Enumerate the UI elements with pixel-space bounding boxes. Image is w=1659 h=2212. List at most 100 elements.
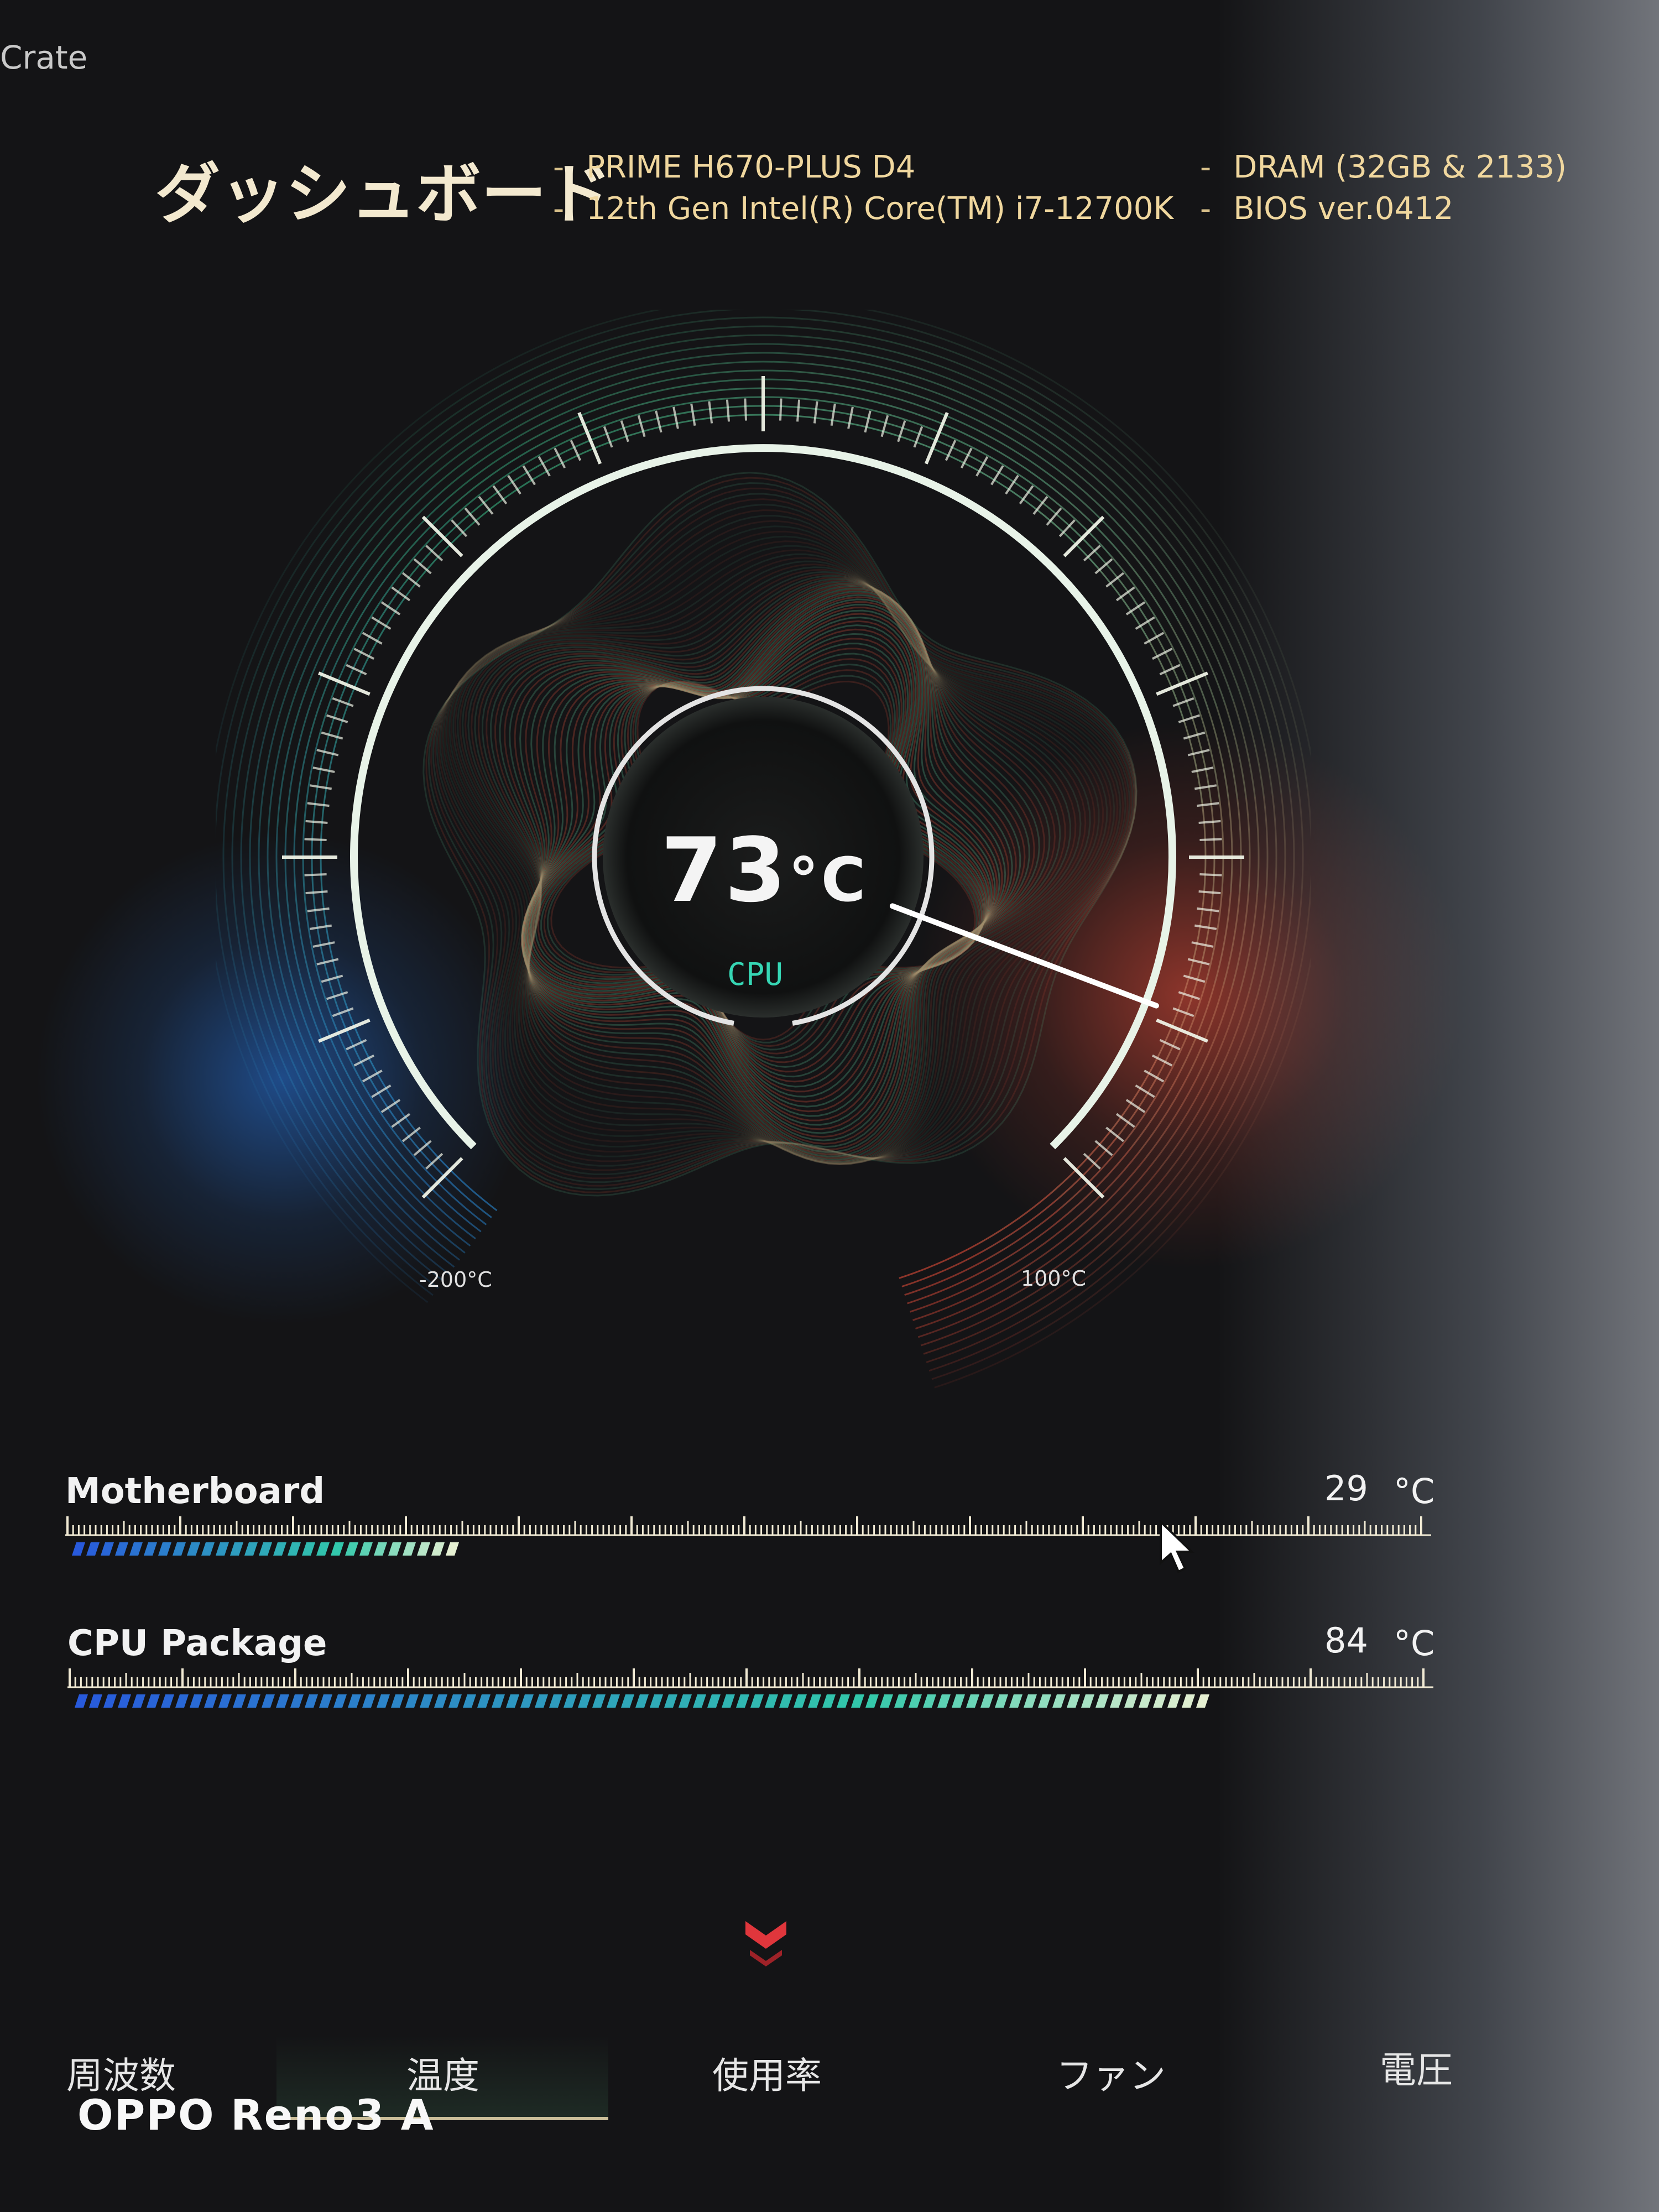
gauge-ring-segment	[1201, 803, 1207, 891]
gauge-ring-segment	[502, 362, 596, 406]
gauge-minor-tick	[321, 731, 343, 740]
gauge-ring-segment	[365, 588, 413, 663]
bar-segment	[607, 1694, 620, 1708]
gauge-minor-tick	[779, 398, 782, 421]
bullet-dash: -	[1200, 191, 1212, 227]
bar-segment	[707, 1694, 721, 1708]
bar-segment	[431, 1542, 445, 1556]
bar-segment	[434, 1694, 447, 1708]
gauge-ring-segment	[216, 823, 221, 932]
bar-segment	[417, 1542, 430, 1556]
gauge-minor-tick	[880, 415, 889, 437]
gauge-minor-tick	[305, 890, 328, 895]
gauge-minor-tick	[1183, 974, 1206, 983]
chevron-down-double-icon[interactable]	[741, 1913, 791, 1974]
gauge-ring-segment	[406, 389, 494, 452]
bar-segment	[865, 1694, 879, 1708]
bar-segment	[779, 1694, 792, 1708]
gauge-ring-segment	[275, 827, 282, 924]
tab-voltage[interactable]: 電圧	[1380, 2041, 1453, 2094]
bar-segment	[1153, 1694, 1166, 1708]
gauge-ring-segment	[216, 957, 237, 1040]
sensor-unit-cpu-package: °C	[1394, 1623, 1435, 1663]
bar-segment	[1038, 1694, 1051, 1708]
gauge-ring-segment	[1237, 799, 1242, 893]
gauge-ring-segment	[249, 826, 256, 927]
gauge-ring-segment	[1298, 791, 1304, 898]
bar-segment	[115, 1542, 128, 1556]
bar-segment	[937, 1694, 951, 1708]
bar-segment	[190, 1694, 203, 1708]
bar-segment	[564, 1694, 577, 1708]
tab-fan[interactable]: ファン	[1056, 2046, 1166, 2099]
bar-segment	[201, 1542, 215, 1556]
gauge-minor-tick	[1191, 941, 1214, 948]
gauge-ring-segment	[222, 824, 229, 931]
bar-segment	[1182, 1694, 1195, 1708]
bar-segment	[822, 1694, 836, 1708]
bar-segment	[535, 1694, 548, 1708]
gauge-ring-segment	[1262, 795, 1269, 895]
gauge-minor-tick	[1187, 749, 1210, 757]
gauge-min-label: -200°C	[419, 1267, 492, 1292]
bar-segment	[273, 1542, 286, 1556]
spec-dram: - DRAM (32GB & 2133)	[1200, 149, 1567, 185]
gauge-ring-segment	[1210, 802, 1215, 891]
gauge-minor-tick	[1198, 820, 1221, 824]
sensor-scale-cpu-package	[67, 1668, 1433, 1688]
gauge-minor-tick	[796, 399, 801, 422]
bar-segment	[837, 1694, 850, 1708]
gauge-ring-segment	[379, 1198, 455, 1268]
bar-segment	[980, 1694, 994, 1708]
gauge-ring-segment	[1082, 444, 1159, 516]
gauge-minor-tick	[690, 403, 696, 426]
gauge-ring-segment	[1119, 1196, 1195, 1275]
gauge-ring-segment	[1011, 357, 1105, 418]
gauge-ring-segment	[289, 1134, 354, 1223]
bar-segment	[305, 1694, 318, 1708]
gauge-minor-tick	[309, 784, 332, 790]
gauge-ring-segment	[294, 1019, 337, 1109]
gauge-minor-tick	[1187, 958, 1210, 966]
gauge-ring-segment	[258, 826, 264, 926]
bar-segment	[578, 1694, 591, 1708]
bullet-dash: -	[553, 191, 565, 227]
sensor-name-cpu-package: CPU Package	[67, 1623, 327, 1664]
bar-segment	[1124, 1694, 1138, 1708]
bar-segment	[405, 1694, 419, 1708]
gauge-ring-segment	[510, 378, 602, 421]
gauge-ring-segment	[693, 316, 800, 323]
tab-usage[interactable]: 使用率	[712, 2046, 822, 2099]
gauge-ring-segment	[1307, 790, 1311, 899]
gauge-ring-segment	[1084, 1163, 1154, 1235]
bar-segment	[1139, 1694, 1152, 1708]
gauge-ring-segment	[394, 373, 485, 439]
gauge-ring-segment	[1104, 416, 1186, 493]
camera-watermark: OPPO Reno3 A	[77, 2090, 435, 2140]
gauge-ring-segment	[1239, 586, 1285, 685]
gauge-major-tick	[421, 515, 463, 557]
gauge-ring-segment	[931, 1335, 1031, 1380]
bar-segment	[132, 1694, 145, 1708]
gauge-ring-segment	[584, 310, 663, 330]
gauge-ring-segment	[373, 1204, 450, 1275]
gauge-ring-segment	[281, 1139, 348, 1229]
bar-segment	[1052, 1694, 1066, 1708]
gauge-ring-segment	[920, 1304, 1014, 1347]
gauge-ring-segment	[362, 477, 431, 552]
gauge-ring-segment	[1271, 794, 1277, 896]
spec-cpu: -12th Gen Intel(R) Core(TM) i7-12700K	[553, 191, 1173, 227]
gauge-ring-segment	[1259, 1006, 1301, 1110]
gauge-ring-segment	[1232, 590, 1277, 688]
gauge-ring-segment	[320, 437, 396, 519]
bar-segment	[316, 1542, 330, 1556]
bar-segment	[216, 1542, 229, 1556]
bar-segment	[679, 1694, 692, 1708]
bar-segment	[75, 1694, 88, 1708]
gauge-ring-segment	[926, 1319, 1023, 1363]
gauge-ring-segment	[231, 825, 238, 930]
gauge-ring-segment	[909, 318, 1013, 359]
bar-segment	[86, 1542, 100, 1556]
gauge-minor-tick	[1198, 890, 1221, 895]
gauge-ring-segment	[1201, 607, 1243, 700]
